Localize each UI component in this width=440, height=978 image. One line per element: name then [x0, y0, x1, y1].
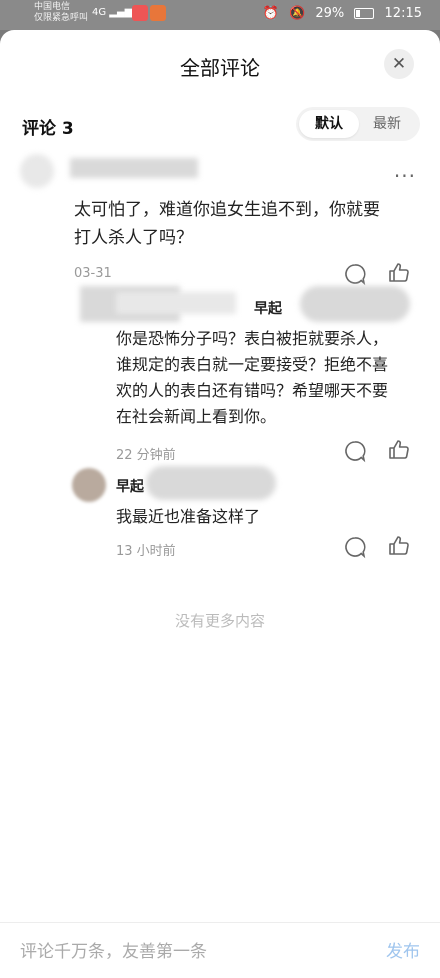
- comment-input[interactable]: 评论千万条，友善第一条: [20, 937, 207, 962]
- reply-username-redacted[interactable]: [116, 292, 236, 314]
- comment-time: 03-31: [74, 266, 112, 281]
- username-redacted[interactable]: [70, 158, 198, 178]
- carrier-info: 中国电信 仅限紧急呼叫: [34, 2, 88, 24]
- carrier-status: 仅限紧急呼叫: [34, 13, 89, 23]
- app-notification-icon: [132, 5, 148, 21]
- tab-latest[interactable]: 最新: [357, 110, 417, 138]
- reply-icon[interactable]: [343, 535, 367, 559]
- close-button[interactable]: ✕: [384, 49, 414, 79]
- more-icon[interactable]: ···: [394, 164, 416, 188]
- reply-text-line: 我最近也准备这样了: [116, 507, 261, 526]
- avatar[interactable]: [20, 154, 54, 188]
- no-more-content-note: 没有更多内容: [174, 612, 265, 630]
- reply-username-redacted[interactable]: [146, 466, 276, 500]
- reply-username-redacted-2[interactable]: [300, 286, 410, 322]
- reply-text-line: 在社会新闻上看到你。: [116, 407, 277, 426]
- close-icon: ✕: [391, 54, 407, 74]
- carrier-name: 中国电信: [34, 2, 71, 12]
- reply-text: 你是恐怖分子吗？表白被拒就要杀人， 谁规定的表白就一定要接受？拒绝不喜 欢的人的…: [116, 326, 426, 430]
- like-icon[interactable]: [387, 438, 411, 462]
- network-icon: 4G ▂▄▆: [92, 7, 133, 18]
- reply-text-line: 你是恐怖分子吗？表白被拒就要杀人，: [116, 329, 389, 348]
- reply-author-name[interactable]: 早起: [116, 476, 144, 496]
- comment-count-title: 评论 3: [22, 119, 74, 139]
- comments-sheet: 全部评论 ✕ 评论 3 默认 最新 ··· 太可怕了，难道你追女生追不到，你就要…: [0, 30, 440, 978]
- publish-button[interactable]: 发布: [386, 937, 420, 962]
- reply-avatar[interactable]: [72, 468, 106, 502]
- reply-author-name[interactable]: 早起: [254, 298, 282, 318]
- reply-text-line: 谁规定的表白就一定要接受？拒绝不喜: [116, 355, 389, 374]
- reply-time: 13 小时前: [116, 544, 176, 559]
- alarm-icon: ⏰: [262, 6, 279, 21]
- like-icon[interactable]: [387, 534, 411, 558]
- reply-text-line: 欢的人的表白还有错吗？希望哪天不要: [116, 381, 389, 400]
- app-notification-icon-2: [150, 5, 166, 21]
- status-right: ⏰ 🔕 29% 12:15: [257, 6, 422, 21]
- sheet-title: 全部评论: [180, 56, 260, 80]
- reply-icon[interactable]: [343, 262, 367, 286]
- reply-text: 我最近也准备这样了: [116, 504, 260, 530]
- reply-icon[interactable]: [343, 439, 367, 463]
- comment-input-bar: 评论千万条，友善第一条 发布: [0, 922, 440, 978]
- status-bar: 中国电信 仅限紧急呼叫 4G ▂▄▆ ⏰ 🔕 29% 12:15: [0, 0, 440, 30]
- battery-percent: 29%: [315, 6, 345, 21]
- comment-text: 太可怕了，难道你追女生追不到，你就要 打人杀人了吗？: [74, 196, 424, 252]
- network-label: 4G: [92, 7, 107, 18]
- sort-switch: 默认 最新: [296, 107, 420, 141]
- battery-icon: [354, 8, 375, 19]
- comment-text-line: 打人杀人了吗？: [74, 228, 193, 248]
- reply-time: 22 分钟前: [116, 448, 176, 463]
- comment-text-line: 太可怕了，难道你追女生追不到，你就要: [74, 200, 380, 220]
- mute-icon: 🔕: [289, 6, 306, 21]
- like-icon[interactable]: [387, 261, 411, 285]
- clock: 12:15: [384, 6, 422, 21]
- tab-default[interactable]: 默认: [299, 110, 359, 138]
